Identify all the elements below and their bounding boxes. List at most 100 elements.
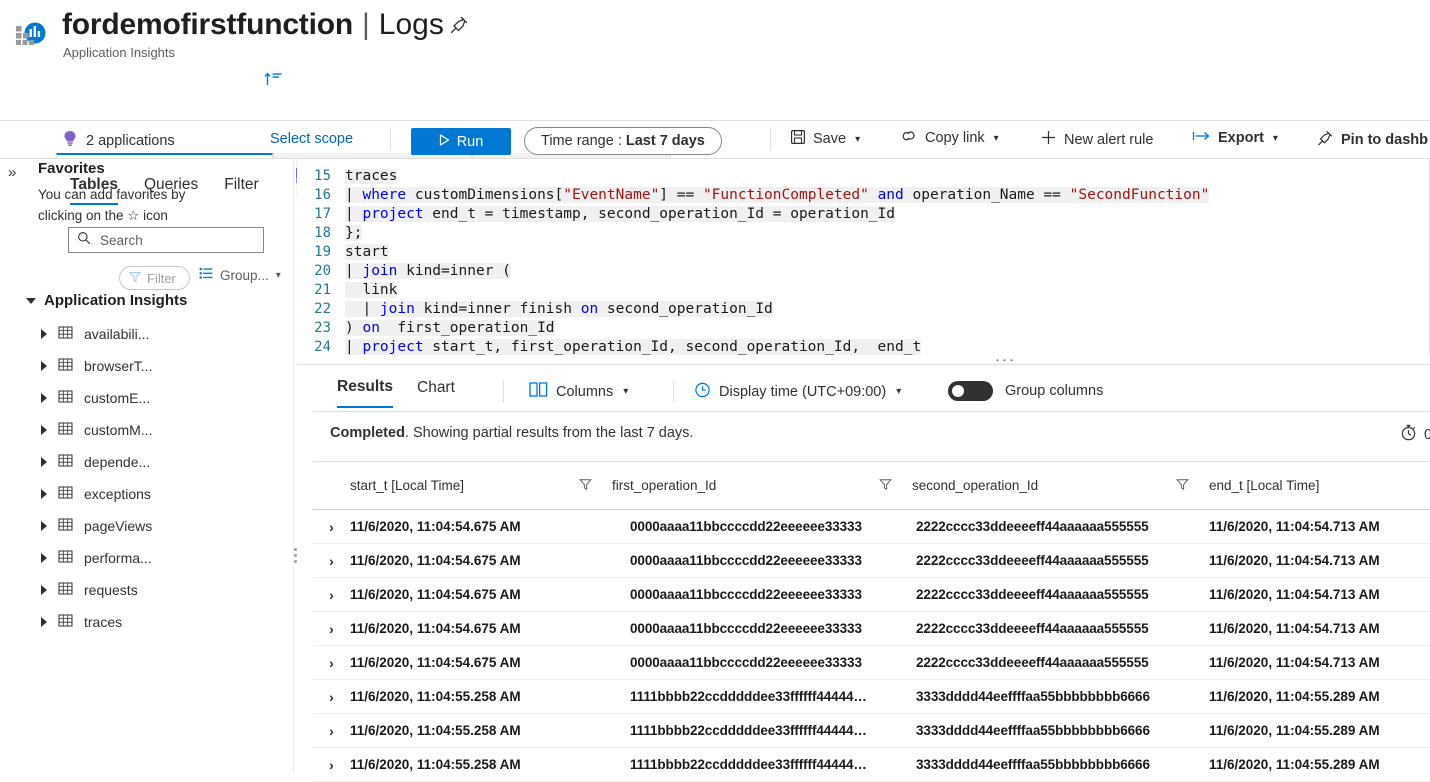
funnel-icon[interactable] [579, 478, 592, 494]
display-time-button[interactable]: Display time (UTC+09:00) ▾ [694, 381, 901, 402]
run-button[interactable]: Run [411, 128, 511, 155]
link-icon [900, 129, 918, 147]
code-token: | [345, 187, 363, 203]
chevron-right-icon[interactable]: › [313, 689, 350, 705]
search-input[interactable] [98, 231, 248, 249]
sidebar-tab-filter[interactable]: Filter [224, 176, 258, 205]
pin-to-dashboard-label: Pin to dashb [1341, 132, 1428, 148]
time-range-picker[interactable]: Time range : Last 7 days [524, 127, 722, 155]
results-status-strong: Completed [330, 425, 405, 441]
table-row[interactable]: › 11/6/2020, 11:04:55.258 AM 1111bbbb22ccd… [313, 748, 1430, 782]
chevron-right-icon[interactable]: › [313, 621, 350, 637]
code-line[interactable]: 20 | join kind=inner ( [297, 262, 1430, 281]
code-line[interactable]: 15 traces [297, 167, 1430, 186]
chevron-right-icon[interactable]: › [313, 553, 350, 569]
table-row[interactable]: › 11/6/2020, 11:04:54.675 AM 0000aaaa11bbc… [313, 646, 1430, 680]
chevron-right-icon[interactable]: › [313, 723, 350, 739]
filter-button[interactable]: Filter [119, 266, 190, 290]
page-subtitle: Application Insights [63, 45, 176, 60]
chevron-down-icon[interactable]: ▾ [623, 386, 628, 397]
save-disk-icon [790, 129, 806, 149]
table-item-browsertimings[interactable]: browserT... [0, 350, 238, 382]
code-line[interactable]: 19 start [297, 243, 1430, 262]
chevron-right-icon[interactable]: › [313, 655, 350, 671]
code-line[interactable]: 23) on first_operation_Id [297, 319, 1430, 338]
code-line[interactable]: 22 | join kind=inner finish on second_op… [297, 300, 1430, 319]
table-row[interactable]: › 11/6/2020, 11:04:55.258 AM 1111bbbb22ccd… [313, 714, 1430, 748]
column-header-end-t[interactable]: end_t [Local Time] [1209, 478, 1430, 493]
chevron-right-icon[interactable]: › [313, 519, 350, 535]
table-item-availability[interactable]: availabili... [0, 318, 238, 350]
copy-link-button[interactable]: Copy link ▾ [900, 129, 999, 147]
group-columns-toggle[interactable] [948, 381, 993, 401]
pin-to-dashboard-button[interactable]: Pin to dashb [1316, 129, 1428, 151]
triangle-right-icon[interactable] [41, 393, 47, 403]
table-item-pageviews[interactable]: pageViews [0, 510, 238, 542]
code-line[interactable]: 18}; [297, 224, 1430, 243]
table-row[interactable]: › 11/6/2020, 11:04:55.258 AM 1111bbbb22ccd… [313, 680, 1430, 714]
chevron-down-icon[interactable]: ▾ [855, 134, 860, 145]
code-token: on [580, 301, 599, 317]
triangle-right-icon[interactable] [41, 521, 47, 531]
code-line[interactable]: 16 | where customDimensions["EventName"] … [297, 186, 1430, 205]
chevron-down-icon[interactable]: ▾ [994, 133, 999, 144]
query-code[interactable]: 15 traces 16 | where customDimensions["Even… [297, 167, 1430, 355]
line-number: 24 [314, 339, 331, 355]
table-row[interactable]: › 11/6/2020, 11:04:54.675 AM 0000aaaa11bbc… [313, 612, 1430, 646]
table-item-dependencies[interactable]: depende... [0, 446, 238, 478]
code-line[interactable]: 17 | project end_t = timestamp, second_op… [297, 205, 1430, 224]
sidebar-splitter-grip[interactable] [294, 548, 297, 564]
table-item-custommetrics[interactable]: customM... [0, 414, 238, 446]
save-button[interactable]: Save ▾ [790, 129, 860, 149]
run-label: Run [456, 133, 484, 150]
funnel-icon[interactable] [879, 478, 892, 494]
table-icon [58, 357, 73, 375]
table-item-customevents[interactable]: customE... [0, 382, 238, 414]
chevron-down-icon[interactable]: ▾ [896, 386, 901, 397]
table-cell: 11/6/2020, 11:04:54.713 AM [1209, 519, 1380, 534]
code-line[interactable]: 21 link [297, 281, 1430, 300]
scope-indicator[interactable]: 2 applications [63, 130, 175, 151]
triangle-right-icon[interactable] [41, 585, 47, 595]
query-editor[interactable]: 15 traces 16 | where customDimensions["Even… [297, 159, 1430, 355]
chevron-down-icon[interactable]: ▾ [1273, 133, 1278, 144]
table-item-traces[interactable]: traces [0, 606, 238, 638]
table-row[interactable]: › 11/6/2020, 11:04:54.675 AM 0000aaaa11bbc… [313, 510, 1430, 544]
tab-results[interactable]: Results [337, 378, 393, 408]
column-header-start-t[interactable]: start_t [Local Time] [350, 478, 612, 494]
table-item-exceptions[interactable]: exceptions [0, 478, 238, 510]
sidebar-splitter[interactable] [293, 159, 296, 772]
columns-button[interactable]: Columns ▾ [529, 381, 628, 402]
triangle-right-icon[interactable] [41, 489, 47, 499]
sidebar-group-application-insights[interactable]: Application Insights [26, 292, 187, 309]
sort-ascending-icon[interactable] [264, 70, 282, 93]
column-header-first-operation-id[interactable]: first_operation_Id [612, 478, 912, 494]
triangle-right-icon[interactable] [41, 553, 47, 563]
table-row[interactable]: › 11/6/2020, 11:04:54.675 AM 0000aaaa11bbc… [313, 578, 1430, 612]
table-row[interactable]: › 11/6/2020, 11:04:54.675 AM 0000aaaa11bbc… [313, 544, 1430, 578]
double-chevron-right-icon[interactable]: » [8, 164, 16, 181]
triangle-right-icon[interactable] [41, 329, 47, 339]
pin-icon[interactable] [448, 14, 470, 36]
tab-chart[interactable]: Chart [417, 379, 455, 407]
new-alert-rule-button[interactable]: New alert rule [1040, 129, 1153, 150]
search-input-wrapper[interactable] [68, 227, 264, 253]
chevron-down-icon[interactable]: ▾ [276, 270, 281, 281]
chevron-right-icon[interactable]: › [313, 587, 350, 603]
triangle-right-icon[interactable] [41, 457, 47, 467]
code-line[interactable]: 24 | project start_t, first_operation_Id,… [297, 338, 1430, 355]
table-item-requests[interactable]: requests [0, 574, 238, 606]
triangle-right-icon[interactable] [41, 425, 47, 435]
group-button[interactable]: Group... ▾ [199, 267, 281, 283]
table-item-performancecounters[interactable]: performa... [0, 542, 238, 574]
triangle-right-icon[interactable] [41, 361, 47, 371]
select-scope-link[interactable]: Select scope [270, 131, 353, 147]
triangle-right-icon[interactable] [41, 617, 47, 627]
column-header-second-operation-id[interactable]: second_operation_Id [912, 478, 1209, 494]
command-divider-2 [770, 128, 771, 150]
chevron-right-icon[interactable]: › [313, 757, 350, 773]
table-cell: 11/6/2020, 11:04:54.675 AM [350, 621, 521, 636]
code-token: | [345, 339, 363, 355]
export-button[interactable]: Export ▾ [1192, 129, 1278, 147]
funnel-icon[interactable] [1176, 478, 1189, 494]
